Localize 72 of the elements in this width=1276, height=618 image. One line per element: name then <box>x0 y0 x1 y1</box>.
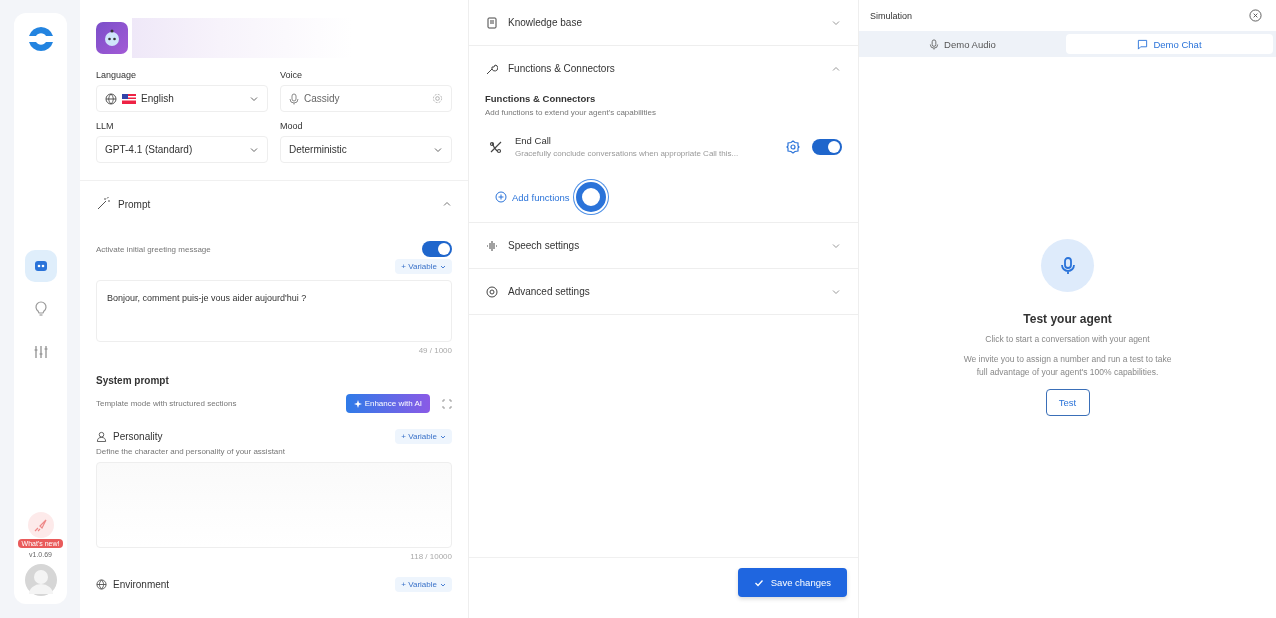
test-button[interactable]: Test <box>1045 389 1090 416</box>
expand-icon[interactable] <box>442 398 452 409</box>
section-title: Personality <box>113 431 164 442</box>
rocket-icon[interactable] <box>27 512 54 538</box>
variable-button[interactable]: + Variable <box>395 259 452 274</box>
click-indicator <box>575 182 606 212</box>
flag-icon <box>122 93 136 104</box>
field-label: Voice <box>280 70 304 80</box>
plus-circle-icon <box>495 191 507 203</box>
character-count: 49 / 1000 <box>418 346 452 355</box>
book-icon <box>486 16 498 29</box>
sparkle-icon <box>353 399 362 408</box>
select-field[interactable]: Deterministic <box>280 136 452 163</box>
settings-icon <box>432 93 443 104</box>
accordion-title[interactable]: Knowledge base <box>508 17 821 28</box>
field-label: Language <box>96 70 138 80</box>
robot-icon <box>32 258 49 274</box>
section-title: Prompt <box>118 198 152 210</box>
greeting-toggle[interactable] <box>422 241 452 257</box>
function-toggle[interactable] <box>812 138 842 155</box>
caret-icon <box>440 263 446 270</box>
globe-icon <box>96 579 107 590</box>
caret-icon <box>440 581 446 588</box>
settings-icon[interactable] <box>786 139 800 154</box>
accordion-title[interactable]: Advanced settings <box>508 286 821 297</box>
empty-state-title: Test your agent <box>1023 312 1112 326</box>
lightbulb-icon <box>32 301 49 317</box>
avatar-icon[interactable] <box>24 564 57 596</box>
panel-title: Simulation <box>870 10 913 21</box>
system-prompt-description: Template mode with structured sections <box>96 399 238 408</box>
empty-state-subtitle: Click to start a conversation with your agent <box>985 334 1150 344</box>
functions-subheading: Add functions to extend your agent's capabilities <box>485 108 657 117</box>
accordion-title[interactable]: Functions & Connectors <box>508 63 821 74</box>
checkmark-icon <box>753 577 764 588</box>
save-button[interactable]: Save changes <box>737 568 847 597</box>
accordion-title[interactable]: Speech settings <box>508 240 821 251</box>
greeting-label: Activate initial greeting message <box>96 244 211 254</box>
select-field[interactable]: GPT-4.1 (Standard) <box>96 136 268 163</box>
sound-wave-icon <box>486 239 498 252</box>
variable-button[interactable]: + Variable <box>395 429 452 444</box>
field-label: LLM <box>96 121 115 131</box>
sliders-icon <box>32 344 49 360</box>
chevron-icon[interactable] <box>442 199 452 209</box>
settings-icon <box>486 285 498 298</box>
agent-avatar <box>96 22 128 54</box>
microphone-icon <box>929 38 940 50</box>
function-name: End Call <box>515 135 552 146</box>
microphone-icon <box>289 92 299 105</box>
variable-button[interactable]: + Variable <box>395 577 452 592</box>
section-title: Environment <box>113 579 171 590</box>
add-functions-link[interactable]: Add functions <box>495 191 570 203</box>
voice-field[interactable]: Cassidy <box>280 85 452 112</box>
magic-wand-icon <box>96 197 110 211</box>
caret-icon <box>440 433 446 440</box>
tab[interactable]: Demo Audio <box>859 34 1066 54</box>
character-count: 118 / 10000 <box>410 552 452 561</box>
empty-state-description: We invite you to assign a number and run a test to take full advantage of your agent's 100% capabilities. <box>962 353 1173 379</box>
tab[interactable]: Demo Chat <box>1066 34 1273 54</box>
system-prompt-title: System prompt <box>96 375 170 386</box>
functions-heading: Functions & Connectors <box>485 93 597 104</box>
chat-icon <box>1137 38 1149 50</box>
enhance-button[interactable]: Enhance with AI <box>345 394 430 413</box>
person-icon <box>96 431 107 442</box>
greeting-textarea[interactable]: Bonjour, comment puis-je vous aider aujourd'hui ? <box>96 280 452 342</box>
close-icon[interactable] <box>1249 9 1262 22</box>
robot-nav-button[interactable] <box>24 250 57 282</box>
microphone-icon <box>1041 239 1094 292</box>
select-field[interactable]: English <box>96 85 268 112</box>
function-description: Gracefully conclude conversations when appropriate Call this... <box>515 149 740 158</box>
section-description: Define the character and personality of your assistant <box>96 447 286 456</box>
field-label: Mood <box>280 121 304 131</box>
globe-icon <box>105 92 117 105</box>
